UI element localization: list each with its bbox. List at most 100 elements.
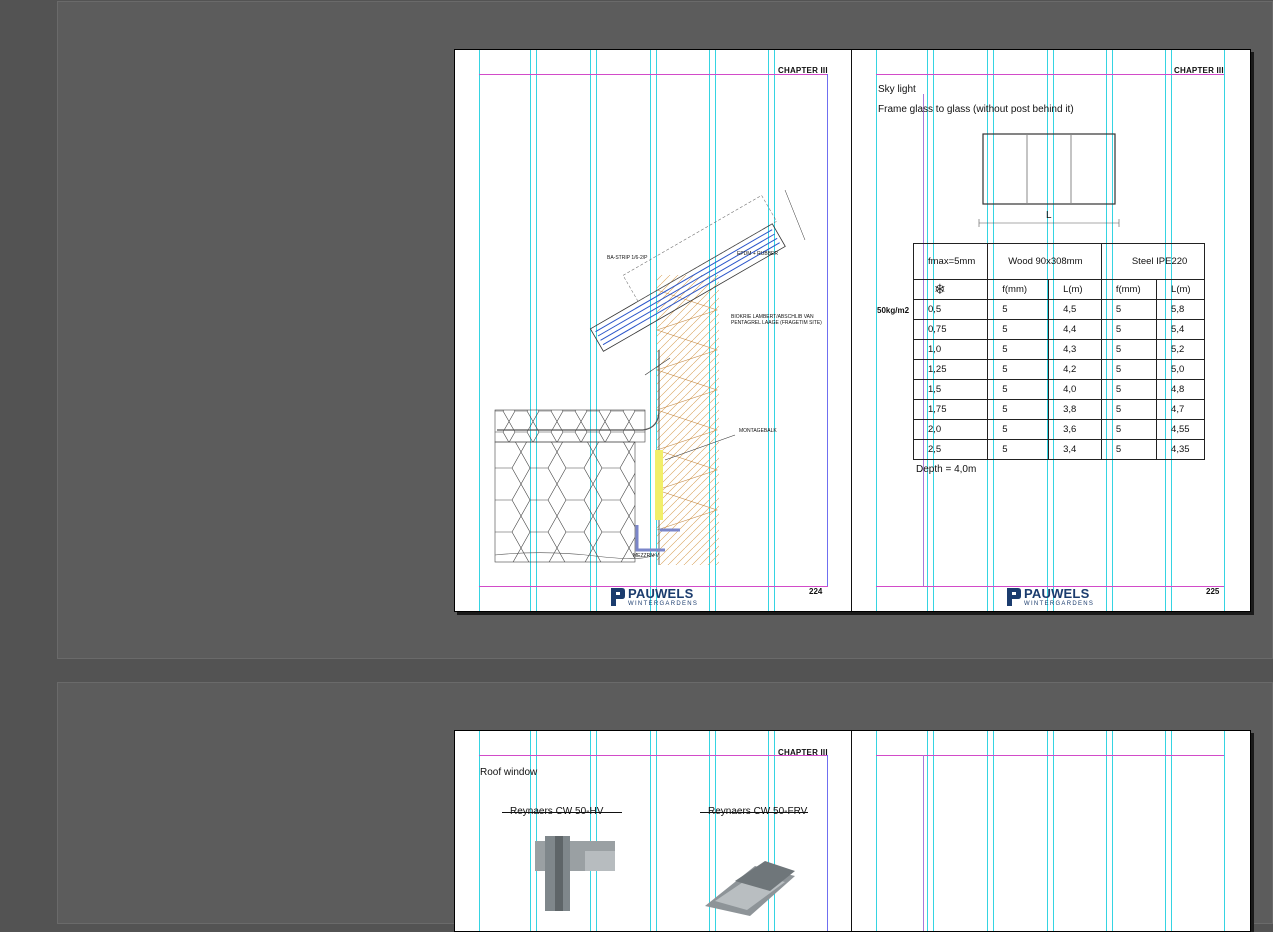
- table-cell: 5: [1100, 359, 1158, 380]
- brand-logo: PAUWELS WINTERGARDENS: [611, 586, 701, 610]
- margin-guide-top: [479, 755, 828, 756]
- table-row: 1,25 5 4,2 5 5,0: [912, 359, 1205, 380]
- product-render-cw50-hv: [535, 836, 615, 911]
- page-heading: Roof window: [480, 767, 538, 778]
- column-guide: [1224, 731, 1225, 931]
- table-cell: 5,2: [1156, 339, 1205, 360]
- table-cell: 5: [1100, 419, 1158, 440]
- table-row: 1,0 5 4,3 5 5,2: [912, 339, 1205, 360]
- brand-logo: PAUWELS WINTERGARDENS: [1007, 586, 1097, 610]
- table-cell: 5,8: [1156, 299, 1205, 320]
- table-row: 1,5 5 4,0 5 4,8: [912, 379, 1205, 400]
- spread-224-225[interactable]: CHAPTER III BA-STRIP 1/6-2/P EPDM + RUBB…: [454, 49, 1251, 612]
- margin-guide-top: [876, 755, 1224, 756]
- table-cell: 1,75: [912, 399, 989, 420]
- logo-name: PAUWELS: [1024, 586, 1090, 601]
- dimension-label: L: [1046, 210, 1052, 221]
- table-row: 2,5 5 3,4 5 4,35: [912, 439, 1205, 460]
- margin-guide-top: [479, 74, 828, 75]
- table-cell: 4,2: [1048, 359, 1102, 380]
- spread-spine: [851, 731, 852, 931]
- span-table: fmax=5mm Wood 90x308mm Steel IPE220 ❄ f(…: [912, 243, 1206, 460]
- table-cell: 4,5: [1048, 299, 1102, 320]
- table-cell: 5: [1100, 439, 1158, 460]
- column-guide: [1224, 50, 1225, 611]
- table-header-cell: fmax=5mm: [912, 243, 989, 280]
- column-guide: [1053, 731, 1054, 931]
- margin-guide-right: [827, 755, 828, 931]
- spread-226-227[interactable]: CHAPTER III Roof window Reynaers CW 50-H…: [454, 730, 1251, 932]
- chapter-header: CHAPTER III: [1174, 66, 1224, 75]
- depth-note: Depth = 4,0m: [916, 464, 977, 475]
- drawing-label: BA-STRIP 1/6-2/P: [607, 255, 648, 261]
- drawing-label: EPDM + RUBBER: [737, 251, 778, 257]
- pauwels-logo-icon: [611, 588, 625, 606]
- table-header-cell: L(m): [1156, 279, 1205, 300]
- product-underline: [502, 812, 622, 813]
- table-cell: 4,55: [1156, 419, 1205, 440]
- snowflake-icon: ❄: [912, 279, 989, 300]
- logo-subtitle: WINTERGARDENS: [628, 601, 699, 607]
- page-number: 225: [1206, 587, 1220, 596]
- table-cell: 3,8: [1048, 399, 1102, 420]
- column-guide: [1106, 731, 1107, 931]
- table-cell: 4,35: [1156, 439, 1205, 460]
- load-label: 50kg/m2: [877, 306, 910, 315]
- column-guide: [876, 731, 877, 931]
- table-header-cell: L(m): [1048, 279, 1102, 300]
- table-cell: 3,4: [1048, 439, 1102, 460]
- column-guide: [1171, 731, 1172, 931]
- table-cell: 5: [987, 299, 1050, 320]
- column-guide: [1165, 731, 1166, 931]
- technical-section-drawing: [494, 189, 806, 565]
- table-cell: 5,4: [1156, 319, 1205, 340]
- product-render-cw50-frv: [705, 861, 795, 916]
- table-cell: 2,0: [912, 419, 989, 440]
- table-row: 2,0 5 3,6 5 4,55: [912, 419, 1205, 440]
- table-cell: 0,5: [912, 299, 989, 320]
- table-cell: 5: [987, 359, 1050, 380]
- column-guide: [987, 731, 988, 931]
- margin-guide-left: [923, 755, 924, 931]
- table-header-cell: Wood 90x308mm: [987, 243, 1102, 280]
- table-header-cell: Steel IPE220: [1100, 243, 1206, 280]
- table-cell: 0,75: [912, 319, 989, 340]
- table-cell: 5: [987, 319, 1050, 340]
- table-cell: 4,4: [1048, 319, 1102, 340]
- column-guide: [933, 731, 934, 931]
- table-cell: 3,6: [1048, 419, 1102, 440]
- table-cell: 5: [987, 379, 1050, 400]
- table-cell: 4,0: [1048, 379, 1102, 400]
- table-cell: 5: [1100, 319, 1158, 340]
- margin-guide-top: [876, 74, 1224, 75]
- spread-spine: [851, 50, 852, 611]
- column-guide: [927, 731, 928, 931]
- table-cell: 4,7: [1156, 399, 1205, 420]
- column-guide: [993, 731, 994, 931]
- drawing-label: PENTAGREL LAAGE (FRAGETIM SITE): [731, 320, 822, 326]
- table-row: 0,75 5 4,4 5 5,4: [912, 319, 1205, 340]
- table-cell: 5: [1100, 299, 1158, 320]
- table-cell: 1,25: [912, 359, 989, 380]
- table-header-cell: f(mm): [1100, 279, 1158, 300]
- drawing-label: MEZZRN-V: [633, 553, 659, 559]
- column-guide: [479, 50, 480, 611]
- column-guide: [1112, 731, 1113, 931]
- column-guide: [656, 731, 657, 931]
- logo-name: PAUWELS: [628, 586, 694, 601]
- margin-guide-right: [827, 74, 828, 586]
- product-underline: [700, 812, 808, 813]
- column-guide: [479, 731, 480, 931]
- table-row: 1,75 5 3,8 5 4,7: [912, 399, 1205, 420]
- table-cell: 5: [987, 339, 1050, 360]
- table-cell: 4,3: [1048, 339, 1102, 360]
- page-number: 224: [809, 587, 823, 596]
- drawing-label: MONTAGEBALK: [739, 428, 777, 434]
- pauwels-logo-icon: [1007, 588, 1021, 606]
- page-heading: Sky light: [878, 84, 916, 95]
- table-cell: 5: [1100, 339, 1158, 360]
- table-cell: 1,5: [912, 379, 989, 400]
- table-cell: 5: [1100, 399, 1158, 420]
- chapter-header: CHAPTER III: [778, 748, 828, 757]
- table-cell: 5: [987, 399, 1050, 420]
